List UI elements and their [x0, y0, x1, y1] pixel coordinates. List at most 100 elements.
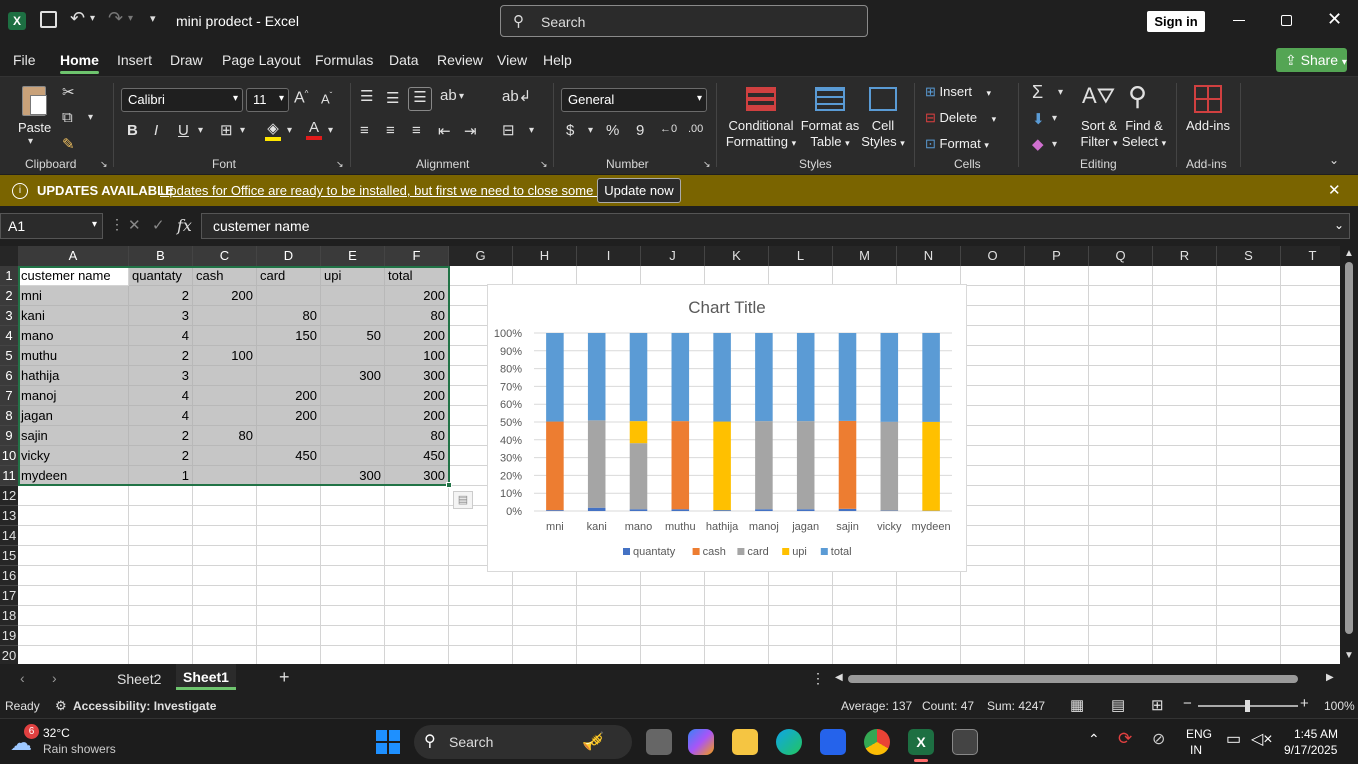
task-view-icon[interactable]	[646, 729, 672, 755]
accessibility-status[interactable]: Accessibility: Investigate	[73, 699, 216, 713]
edge-icon[interactable]	[776, 729, 802, 755]
percent-icon[interactable]: %	[606, 122, 619, 139]
chart[interactable]: Chart Title 0% 10% 20% 30% 40% 50% 60% 70% 80% 90%…	[487, 284, 967, 572]
column-header-a[interactable]: A	[18, 246, 129, 266]
column-header-q[interactable]: Q	[1089, 246, 1153, 266]
page-layout-view-icon[interactable]: ▤	[1111, 696, 1125, 714]
normal-view-icon[interactable]: ▦	[1070, 696, 1084, 714]
row-header-16[interactable]: 16	[0, 566, 18, 586]
decrease-indent-icon[interactable]: ⇤	[438, 122, 451, 140]
tab-draw[interactable]: Draw	[170, 52, 203, 68]
font-color-icon[interactable]: A	[306, 119, 322, 140]
display-icon[interactable]: ▭	[1226, 729, 1241, 749]
increase-indent-icon[interactable]: ⇥	[464, 122, 477, 140]
taskbar-search[interactable]: ⚲ Search 🎺	[414, 725, 632, 759]
insert-cells-button[interactable]: ⊞ Insert ▾	[925, 84, 991, 101]
sort-filter-button[interactable]: Sort & Filter ▾	[1074, 118, 1124, 151]
decrease-font-icon[interactable]: Aˇ	[321, 91, 332, 106]
currency-icon[interactable]: $	[566, 122, 574, 139]
font-color-dropdown-icon[interactable]: ▾	[328, 125, 333, 136]
language-in[interactable]: IN	[1190, 743, 1202, 757]
column-header-p[interactable]: P	[1025, 246, 1089, 266]
cut-icon[interactable]: ✂	[62, 83, 75, 101]
copilot-icon[interactable]	[688, 729, 714, 755]
zoom-level[interactable]: 100%	[1324, 699, 1355, 713]
row-header-7[interactable]: 7	[0, 386, 18, 406]
column-header-c[interactable]: C	[193, 246, 257, 266]
column-header-n[interactable]: N	[897, 246, 961, 266]
zoom-slider-thumb[interactable]	[1245, 700, 1250, 712]
redo-dropdown-icon[interactable]: ▾	[128, 13, 133, 24]
add-sheet-icon[interactable]: +	[279, 667, 290, 688]
format-as-table-button[interactable]: Format as Table ▾	[800, 118, 860, 151]
select-all-corner[interactable]	[0, 246, 18, 266]
column-header-g[interactable]: G	[449, 246, 513, 266]
ribbon-collapse-icon[interactable]: ⌄	[1329, 153, 1339, 167]
insert-function-icon[interactable]: fx	[177, 216, 192, 235]
customize-qat-icon[interactable]: ▾	[150, 12, 156, 25]
cell-styles-button[interactable]: Cell Styles ▾	[858, 118, 908, 151]
align-middle-icon[interactable]: ☰	[386, 89, 399, 107]
show-hidden-icons[interactable]: ⌃	[1088, 731, 1100, 748]
italic-icon[interactable]: I	[154, 122, 158, 139]
row-header-3[interactable]: 3	[0, 306, 18, 326]
clock-date[interactable]: 9/17/2025	[1284, 743, 1337, 757]
update-now-button[interactable]: Update now	[597, 178, 681, 203]
formula-input[interactable]: custemer name ⌄	[201, 213, 1350, 239]
scroll-thumb[interactable]	[1345, 262, 1353, 634]
row-header-4[interactable]: 4	[0, 326, 18, 346]
row-header-20[interactable]: 20	[0, 646, 18, 664]
align-left-icon[interactable]: ≡	[360, 122, 369, 139]
row-header-10[interactable]: 10	[0, 446, 18, 466]
snipping-tool-icon[interactable]	[952, 729, 978, 755]
row-header-5[interactable]: 5	[0, 346, 18, 366]
tab-file[interactable]: File	[13, 52, 36, 68]
row-header-17[interactable]: 17	[0, 586, 18, 606]
fill-dropdown-icon[interactable]: ▾	[1052, 113, 1057, 124]
volume-icon[interactable]: ◁×	[1251, 729, 1273, 749]
row-header-19[interactable]: 19	[0, 626, 18, 646]
paste-icon[interactable]	[22, 86, 47, 116]
column-header-m[interactable]: M	[833, 246, 897, 266]
format-painter-icon[interactable]: ✎	[62, 135, 75, 153]
zoom-out-icon[interactable]: −	[1183, 695, 1192, 712]
sheet-tab-sheet1[interactable]: Sheet1	[176, 664, 236, 690]
tab-page-layout[interactable]: Page Layout	[222, 52, 301, 68]
find-select-button[interactable]: Find & Select ▾	[1118, 118, 1170, 151]
alignment-launcher-icon[interactable]: ↘	[540, 159, 548, 170]
share-button[interactable]: ⇪ Share ▾	[1276, 48, 1347, 72]
column-header-s[interactable]: S	[1217, 246, 1281, 266]
addins-button[interactable]: Add-ins	[1184, 118, 1232, 134]
row-header-6[interactable]: 6	[0, 366, 18, 386]
orientation-icon[interactable]: ab	[440, 87, 457, 104]
wrap-text-icon[interactable]: ab↲	[502, 87, 531, 105]
autosum-icon[interactable]: Σ	[1032, 82, 1043, 103]
tab-home[interactable]: Home	[60, 52, 99, 74]
delete-cells-button[interactable]: ⊟ Delete ▾	[925, 110, 996, 127]
row-header-15[interactable]: 15	[0, 546, 18, 566]
prev-sheet-icon[interactable]: ‹	[20, 670, 25, 686]
fill-color-dropdown-icon[interactable]: ▾	[287, 125, 292, 136]
quick-analysis-icon[interactable]: ▤	[453, 491, 473, 509]
hscroll-right-icon[interactable]: ▶	[1326, 672, 1334, 683]
enter-icon[interactable]: ✓	[152, 216, 165, 234]
tab-view[interactable]: View	[497, 52, 527, 68]
notification-app-icon[interactable]: ⟳	[1118, 729, 1132, 749]
column-header-o[interactable]: O	[961, 246, 1025, 266]
row-header-13[interactable]: 13	[0, 506, 18, 526]
format-cells-button[interactable]: ⊡ Format ▾	[925, 136, 989, 153]
close-icon[interactable]: ✕	[1327, 9, 1342, 30]
row-header-1[interactable]: 1	[0, 266, 18, 286]
fill-color-icon[interactable]: ◈	[265, 119, 281, 141]
column-header-k[interactable]: K	[705, 246, 769, 266]
restore-icon[interactable]	[1281, 15, 1292, 26]
search-box[interactable]: ⚲ Search	[500, 5, 868, 37]
redo-icon[interactable]: ↷	[108, 8, 123, 29]
column-header-i[interactable]: I	[577, 246, 641, 266]
font-size-select[interactable]: 11 ▾	[246, 88, 289, 112]
tab-review[interactable]: Review	[437, 52, 483, 68]
file-explorer-icon[interactable]	[732, 729, 758, 755]
column-header-j[interactable]: J	[641, 246, 705, 266]
clear-icon[interactable]: ◆	[1032, 135, 1044, 153]
store-icon[interactable]	[820, 729, 846, 755]
